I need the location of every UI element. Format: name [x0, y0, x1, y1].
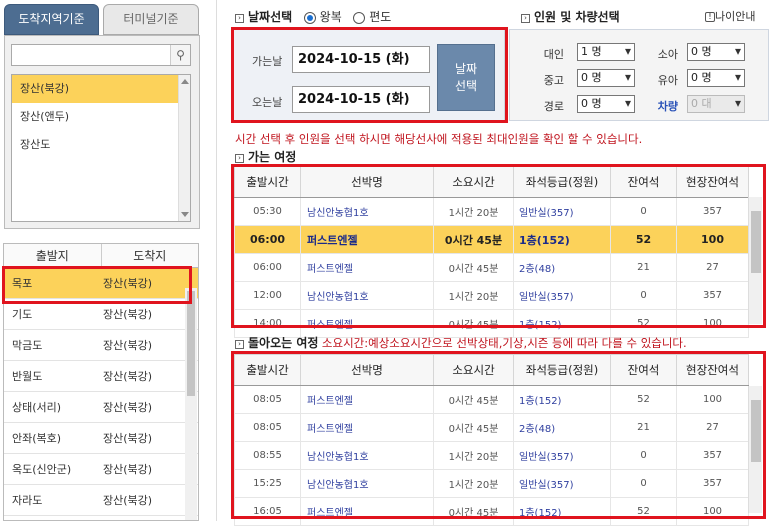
route-to: 장산(북강)	[103, 370, 153, 383]
infant-label: 유아	[657, 74, 678, 87]
region-list-scrollbar[interactable]	[178, 75, 190, 221]
region-item[interactable]: 장산도	[12, 131, 190, 159]
region-list: 장산(북강) 장산(앤두) 장산도	[11, 74, 191, 222]
route-from: 상태(서리)	[12, 401, 62, 414]
bullet-icon: ›	[235, 13, 244, 23]
route-to: 장산(북강)	[103, 339, 153, 352]
pax-section-header: › 인원 및 차량선택	[521, 8, 620, 25]
adult-select[interactable]: 1 명	[577, 43, 635, 61]
return-note: 소요시간:예상소요시간으로 선박상태,기상,시즌 등에 따라 다를 수 있습니다…	[321, 336, 687, 350]
search-icon[interactable]: ⚲	[170, 45, 190, 65]
route-from: 안좌(복호)	[12, 432, 62, 445]
region-item[interactable]: 장산(북강)	[12, 75, 190, 103]
route-row[interactable]: 반월도 장산(북강)	[4, 361, 198, 392]
return-header: › 돌아오는 여정 소요시간:예상소요시간으로 선박상태,기상,시즌 등에 따라 …	[235, 334, 687, 351]
route-to: 장산(북강)	[103, 463, 153, 476]
route-row[interactable]: 옥도(신안군) 장산(북강)	[4, 454, 198, 485]
vehicle-select: 0 대	[687, 95, 745, 113]
route-to: 장산(북강)	[103, 432, 153, 445]
infant-select[interactable]: 0 명	[687, 69, 745, 87]
scrollbar-thumb[interactable]	[187, 291, 195, 396]
round-trip-label[interactable]: 왕복	[320, 10, 342, 24]
bullet-icon: ›	[235, 153, 244, 163]
departure-column-header: 출발지	[4, 244, 102, 267]
date-section-title: 날짜선택	[248, 10, 293, 24]
route-row[interactable]: 자라도 장산(북강)	[4, 485, 198, 516]
highlight-box	[231, 351, 766, 519]
route-header: 출발지 도착지	[3, 243, 199, 268]
info-icon: !	[705, 12, 715, 22]
route-from: 옥도(신안군)	[12, 463, 72, 476]
vehicle-label: 차량	[657, 100, 678, 113]
youth-select[interactable]: 0 명	[577, 69, 635, 87]
outbound-title: 가는 여정	[248, 150, 297, 164]
region-search-input[interactable]: ⚲	[11, 44, 191, 66]
age-info-link[interactable]: ! 나이안내	[705, 8, 755, 24]
bullet-icon: ›	[235, 339, 244, 349]
round-trip-radio[interactable]	[303, 12, 316, 24]
pax-panel: 대인 1 명 중고 0 명 경로 0 명 소아 0 명 유아 0 명 차량 0 …	[509, 29, 769, 121]
route-from: 반월도	[12, 370, 43, 383]
highlight-box	[2, 266, 192, 304]
tab-arrival-region[interactable]: 도착지역기준	[4, 4, 99, 35]
one-way-label[interactable]: 편도	[369, 10, 391, 24]
senior-select[interactable]: 0 명	[577, 95, 635, 113]
highlight-box	[231, 27, 508, 123]
route-to: 장산(북강)	[103, 401, 153, 414]
route-row[interactable]: 상태(서리) 장산(북강)	[4, 392, 198, 423]
arrival-column-header: 도착지	[133, 249, 167, 263]
outbound-header: › 가는 여정	[235, 148, 296, 165]
route-from: 자라도	[12, 494, 43, 507]
divider	[216, 0, 217, 521]
route-from: 막금도	[12, 339, 43, 352]
route-to: 장산(북강)	[103, 494, 153, 507]
region-item[interactable]: 장산(앤두)	[12, 103, 190, 131]
route-list: 목포 장산(북강) 기도 장산(북강) 막금도 장산(북강) 반월도 장산(북강) 상태…	[3, 268, 199, 521]
tab-terminal[interactable]: 터미널기준	[103, 4, 199, 35]
route-list-scrollbar[interactable]	[185, 288, 197, 520]
highlight-box	[231, 164, 766, 328]
route-row[interactable]: 안좌(복호) 장산(북강)	[4, 423, 198, 454]
bullet-icon: ›	[521, 13, 530, 23]
senior-label: 경로	[543, 100, 564, 113]
date-section-header: › 날짜선택 왕복 편도	[235, 8, 391, 25]
return-title: 돌아오는 여정	[248, 336, 319, 350]
adult-label: 대인	[543, 48, 564, 61]
route-row[interactable]: 막금도 장산(북강)	[4, 330, 198, 361]
child-select[interactable]: 0 명	[687, 43, 745, 61]
youth-label: 중고	[543, 74, 564, 87]
region-panel: ⚲ 장산(북강) 장산(앤두) 장산도	[4, 35, 200, 229]
pax-section-title: 인원 및 차량선택	[534, 10, 620, 24]
notice-text: 시간 선택 후 인원을 선택 하시면 해당선사에 적용된 최대인원을 확인 할 …	[235, 132, 643, 146]
one-way-radio[interactable]	[353, 12, 366, 24]
child-label: 소아	[657, 48, 678, 61]
